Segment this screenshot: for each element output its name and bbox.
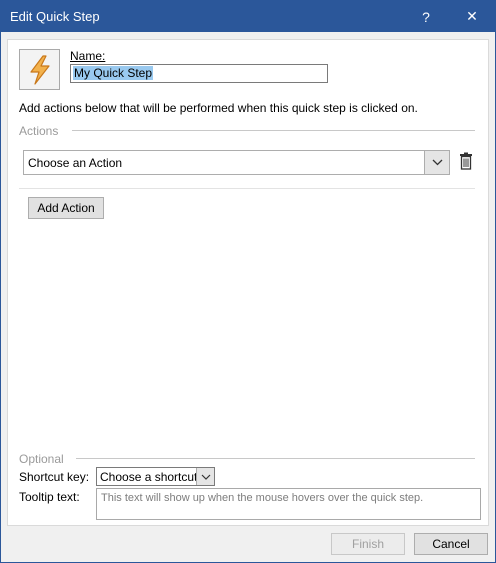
window-title: Edit Quick Step — [10, 9, 100, 24]
optional-section-label: Optional — [19, 452, 64, 466]
content-panel: Name: My Quick Step Add actions below th… — [7, 39, 489, 526]
chevron-down-icon — [201, 474, 210, 480]
delete-action-button[interactable] — [458, 151, 474, 171]
chevron-down-icon — [432, 159, 442, 166]
title-bar: Edit Quick Step ? ✕ — [1, 1, 495, 32]
cancel-button[interactable]: Cancel — [414, 533, 488, 555]
cancel-label: Cancel — [432, 537, 470, 551]
action-select-value: Choose an Action — [28, 156, 123, 170]
add-action-button[interactable]: Add Action — [28, 197, 104, 219]
tooltip-text-input[interactable] — [96, 488, 481, 520]
shortcut-key-select[interactable]: Choose a shortcut — [96, 467, 215, 486]
add-action-label: Add Action — [37, 201, 95, 215]
trash-icon — [460, 152, 472, 170]
actions-divider — [72, 130, 475, 131]
actions-separator — [19, 188, 475, 189]
shortcut-key-value: Choose a shortcut — [100, 470, 198, 484]
name-label: Name: — [70, 49, 106, 63]
tooltip-text-label: Tooltip text: — [19, 490, 80, 504]
help-button[interactable]: ? — [403, 1, 449, 32]
quick-step-icon-button[interactable] — [19, 49, 60, 90]
optional-divider — [76, 458, 475, 459]
action-select[interactable]: Choose an Action — [23, 150, 450, 175]
instructions-text: Add actions below that will be performed… — [19, 101, 418, 115]
finish-label: Finish — [351, 537, 384, 551]
edit-quick-step-dialog: Edit Quick Step ? ✕ Name: My Quick Step … — [0, 0, 496, 563]
shortcut-dropdown-button[interactable] — [196, 468, 214, 485]
lightning-bolt-icon — [29, 54, 50, 85]
actions-section-label: Actions — [19, 124, 59, 138]
finish-button[interactable]: Finish — [331, 533, 405, 555]
action-select-dropdown-button[interactable] — [424, 151, 449, 174]
name-input[interactable]: My Quick Step — [70, 64, 328, 83]
shortcut-key-label: Shortcut key: — [19, 470, 90, 484]
close-button[interactable]: ✕ — [449, 1, 495, 32]
name-input-value: My Quick Step — [73, 66, 154, 80]
